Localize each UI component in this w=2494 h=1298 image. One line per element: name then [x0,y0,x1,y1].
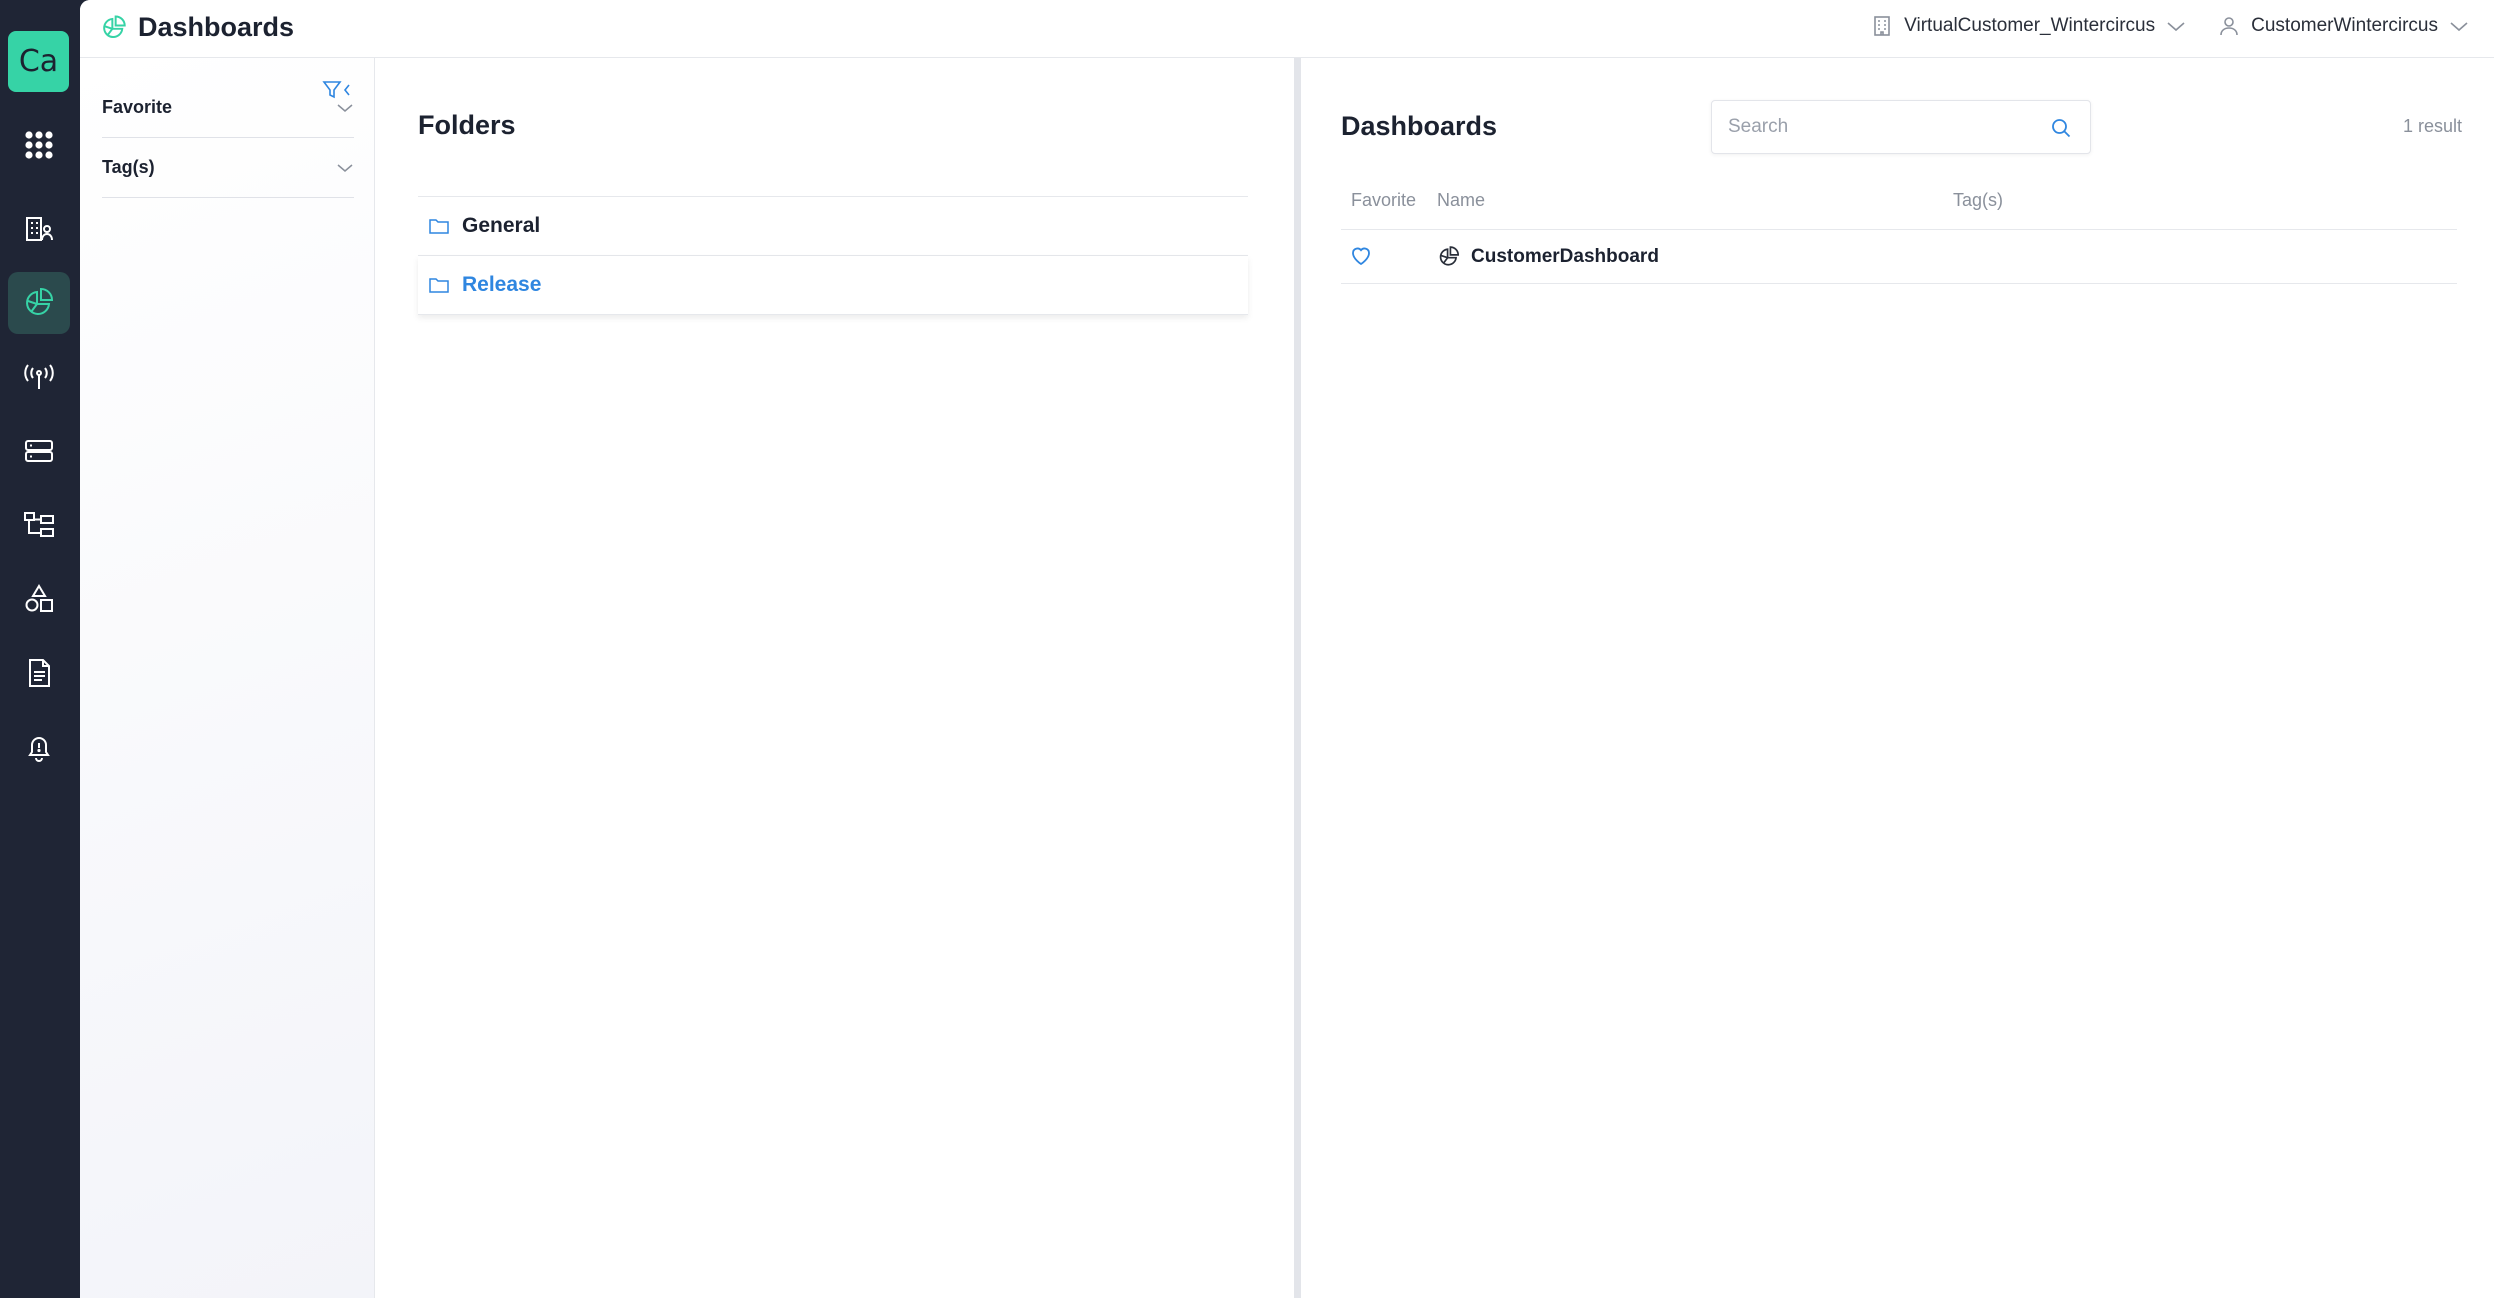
dashboards-title: Dashboards [1341,111,1498,141]
folder-icon [429,219,449,234]
folder-list: General Release [418,196,1248,315]
top-bar: Dashboards VirtualCustomer_Wintercircus … [80,0,2494,58]
hierarchy-icon [24,512,54,537]
chevron-down-icon [2450,22,2468,32]
customer-selector-label: VirtualCustomer_Wintercircus [1904,15,2156,36]
folder-icon [429,278,449,293]
dashboard-pie-icon [1439,246,1460,266]
nav-reports[interactable] [8,642,70,704]
antenna-icon [24,364,54,389]
search-input[interactable] [1712,101,2042,153]
nav-buildings[interactable] [8,198,70,260]
column-header-name[interactable]: Name [1437,190,1485,211]
nav-servers[interactable] [8,420,70,482]
result-count: 1 result [2402,116,2462,136]
document-icon [29,659,50,687]
building-icon [1874,16,1890,36]
dashboard-pie-icon [103,14,126,38]
user-selector[interactable]: CustomerWintercircus [2217,14,2470,38]
nav-dashboards[interactable] [8,272,70,334]
filter-panel: Favorite Tag(s) [80,58,375,1298]
chevron-down-icon [337,103,353,112]
folders-title: Folders [418,110,516,140]
user-icon [2220,17,2238,36]
column-header-favorite[interactable]: Favorite [1351,190,1416,211]
customer-selector[interactable]: VirtualCustomer_Wintercircus [1870,14,2187,38]
dashboard-name[interactable]: CustomerDashboard [1471,246,1659,268]
table-row[interactable]: CustomerDashboard [1341,230,2457,284]
nav-devices[interactable] [8,346,70,408]
dashboard-pie-icon [26,287,54,315]
chevron-down-icon [337,163,353,172]
favorite-filter[interactable]: Favorite [102,78,354,138]
search-box [1711,100,2091,154]
bell-icon [28,737,50,762]
heart-icon[interactable] [1349,244,1373,268]
page-title: Dashboards [138,12,295,42]
server-icon [25,440,53,462]
table-header: Favorite Name Tag(s) [1341,170,2457,230]
nav-assets[interactable] [8,568,70,630]
app-logo[interactable]: Ca [8,31,69,92]
tags-filter-label: Tag(s) [102,157,155,177]
tags-filter[interactable]: Tag(s) [102,138,354,198]
folder-item-general[interactable]: General [418,197,1248,256]
dashboards-panel: Dashboards 1 result Favorite Name Tag(s) [1301,58,2494,1298]
nav-alarms[interactable] [8,716,70,778]
folder-label: Release [462,273,542,296]
nav-apps[interactable] [8,114,70,176]
search-icon[interactable] [2050,117,2072,139]
folders-panel: Folders General Release [376,58,1374,1298]
page-title-group: Dashboards [100,12,294,43]
top-right-selectors: VirtualCustomer_Wintercircus CustomerWin… [1840,12,2470,40]
user-selector-label: CustomerWintercircus [2251,15,2438,36]
apps-grid-icon [25,131,53,159]
panel-splitter[interactable] [1294,58,1301,1298]
side-navigation-rail: Ca [0,0,80,1298]
chevron-down-icon [2167,22,2185,32]
nav-hierarchy[interactable] [8,494,70,556]
dashboards-table: Favorite Name Tag(s) CustomerDashboard [1341,170,2457,284]
folder-item-release[interactable]: Release [418,256,1248,315]
column-header-tags[interactable]: Tag(s) [1953,190,2003,211]
favorite-filter-label: Favorite [102,97,173,117]
shapes-icon [25,584,53,612]
buildings-icon [26,217,53,241]
main-surface: Dashboards VirtualCustomer_Wintercircus … [80,0,2494,1298]
folder-label: General [462,214,541,237]
